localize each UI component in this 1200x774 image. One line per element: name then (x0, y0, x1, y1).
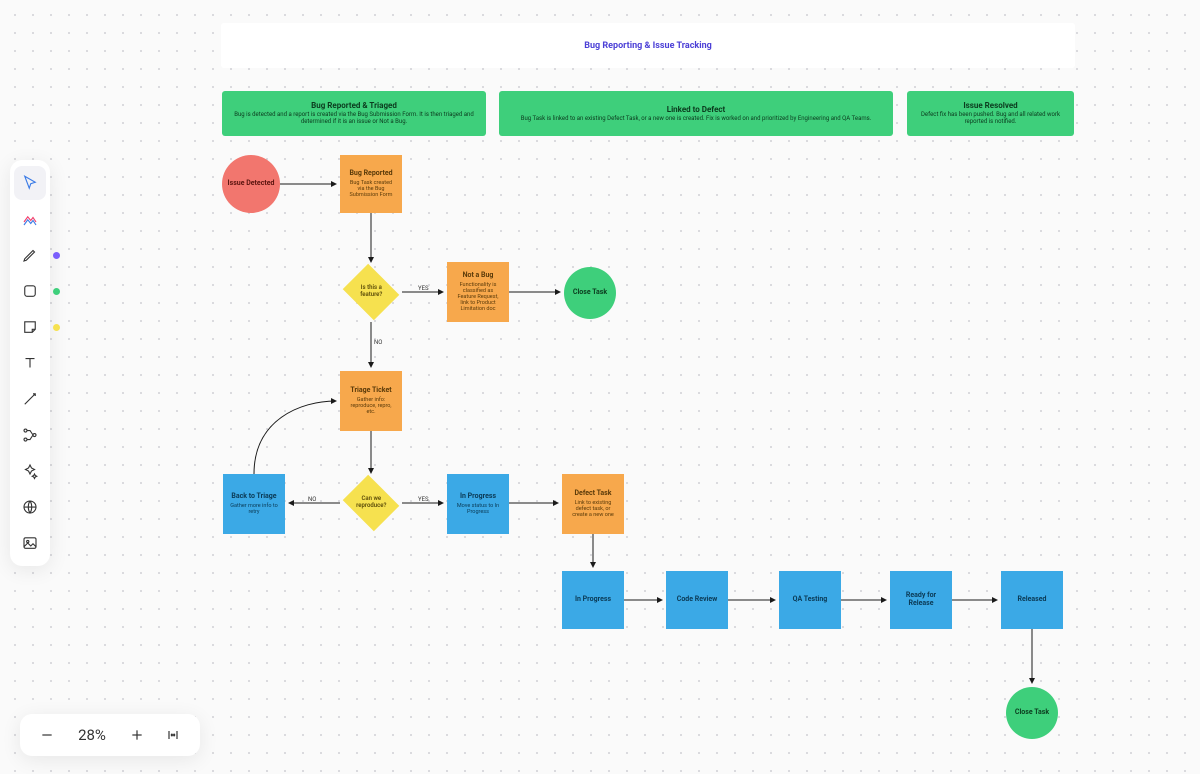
section-reported-sub: Bug is detected and a report is created … (226, 112, 482, 125)
node-reproduce-decision[interactable]: Can we reproduce? (349, 481, 393, 525)
node-bug-reported[interactable]: Bug Reported Bug Task created via the Bu… (340, 155, 402, 213)
node-back-triage-title: Back to Triage (231, 493, 276, 501)
section-resolved-title: Issue Resolved (963, 101, 1017, 110)
pen-color-badge (53, 252, 60, 259)
node-back-to-triage[interactable]: Back to Triage Gather more info to retry (223, 474, 285, 534)
tool-text[interactable] (14, 346, 46, 380)
edge-yes-2: YES (418, 496, 429, 503)
node-close-task-2[interactable]: Close Task (1006, 687, 1058, 739)
section-linked: Linked to Defect Bug Task is linked to a… (499, 91, 893, 136)
tool-mindmap[interactable] (14, 418, 46, 452)
section-resolved: Issue Resolved Defect fix has been pushe… (907, 91, 1074, 136)
zoom-fit-button[interactable] (162, 724, 184, 746)
node-released-label: Released (1018, 596, 1047, 604)
shape-color-badge (53, 288, 60, 295)
node-not-a-bug-sub: Functionality is classified as Feature R… (451, 282, 505, 312)
tool-select[interactable] (14, 166, 46, 200)
tool-sticky-note[interactable] (14, 310, 46, 344)
node-triage-title: Triage Ticket (350, 387, 391, 395)
node-close-task-1-label: Close Task (573, 289, 607, 297)
diagram-title: Bug Reporting & Issue Tracking (221, 23, 1075, 68)
zoom-out-button[interactable] (36, 724, 58, 746)
tool-web[interactable] (14, 490, 46, 524)
edge-no-2: NO (308, 496, 316, 503)
section-linked-title: Linked to Defect (667, 105, 726, 114)
zoom-in-button[interactable] (126, 724, 148, 746)
node-issue-detected[interactable]: Issue Detected (222, 155, 280, 213)
node-defect-title: Defect Task (574, 490, 611, 498)
node-is-bug-label: Is this a feature? (349, 285, 393, 298)
node-defect-task[interactable]: Defect Task Link to existing defect task… (562, 474, 624, 534)
diagram-canvas[interactable]: Bug Reporting & Issue Tracking Bug Repor… (0, 0, 1200, 774)
node-qa-testing[interactable]: QA Testing (779, 571, 841, 629)
zoom-controls: 28% (20, 714, 200, 756)
node-in-progress-1[interactable]: In Progress Move status to In Progress (447, 474, 509, 534)
node-qa-testing-label: QA Testing (793, 596, 828, 604)
section-reported-title: Bug Reported & Triaged (311, 101, 397, 110)
zoom-level: 28% (72, 726, 112, 744)
title-text: Bug Reporting & Issue Tracking (584, 41, 712, 51)
node-in-progress-1-title: In Progress (460, 493, 496, 501)
node-close-task-1[interactable]: Close Task (564, 267, 616, 319)
node-ready-release[interactable]: Ready for Release (890, 571, 952, 629)
node-back-triage-sub: Gather more info to retry (227, 503, 281, 515)
node-not-a-bug[interactable]: Not a Bug Functionality is classified as… (447, 262, 509, 322)
section-resolved-sub: Defect fix has been pushed. Bug and all … (911, 112, 1070, 125)
node-in-progress-2-label: In Progress (575, 596, 611, 604)
node-ready-release-label: Ready for Release (894, 592, 948, 607)
node-defect-sub: Link to existing defect task, or create … (566, 500, 620, 518)
tool-image[interactable] (14, 526, 46, 560)
node-reproduce-label: Can we reproduce? (349, 496, 393, 509)
node-in-progress-1-sub: Move status to In Progress (451, 503, 505, 515)
node-triage-ticket[interactable]: Triage Ticket Gather info: reproduce, re… (340, 371, 402, 431)
tool-brand-icon[interactable] (14, 202, 46, 236)
sticky-color-badge (53, 324, 60, 331)
node-issue-detected-label: Issue Detected (228, 180, 275, 188)
left-toolbar (10, 160, 50, 566)
tool-pen[interactable] (14, 238, 46, 272)
node-triage-sub: Gather info: reproduce, repro, etc. (344, 397, 398, 415)
edge-yes-1: YES (418, 285, 429, 292)
node-in-progress-2[interactable]: In Progress (562, 571, 624, 629)
node-released[interactable]: Released (1001, 571, 1063, 629)
section-linked-sub: Bug Task is linked to an existing Defect… (515, 116, 878, 123)
edge-no-1: NO (374, 339, 382, 346)
node-not-a-bug-title: Not a Bug (463, 272, 494, 280)
node-is-bug-decision[interactable]: Is this a feature? (349, 270, 393, 314)
tool-connector[interactable] (14, 382, 46, 416)
section-reported: Bug Reported & Triaged Bug is detected a… (222, 91, 486, 136)
tool-ai-sparkle[interactable] (14, 454, 46, 488)
node-bug-reported-title: Bug Reported (349, 170, 392, 178)
node-code-review[interactable]: Code Review (666, 571, 728, 629)
node-close-task-2-label: Close Task (1015, 709, 1049, 717)
node-code-review-label: Code Review (677, 596, 718, 604)
node-bug-reported-sub: Bug Task created via the Bug Submission … (344, 180, 398, 198)
tool-shape[interactable] (14, 274, 46, 308)
